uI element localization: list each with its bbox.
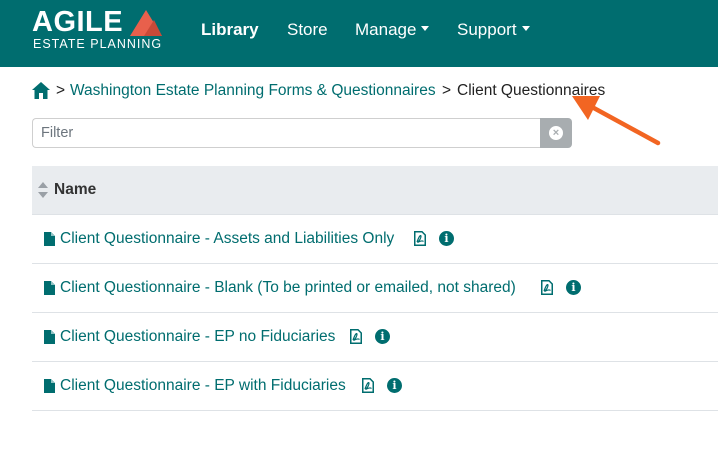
pdf-file-icon[interactable]: [414, 231, 426, 246]
home-icon[interactable]: [32, 82, 50, 99]
breadcrumb-parent-link[interactable]: Washington Estate Planning Forms & Quest…: [70, 80, 436, 102]
filter-clear-button[interactable]: ×: [540, 118, 572, 148]
filter-input[interactable]: [32, 118, 540, 148]
logo-triangle-icon: [130, 10, 162, 36]
table-row: Client Questionnaire - EP with Fiduciari…: [32, 362, 718, 411]
breadcrumb-separator: >: [56, 82, 66, 99]
breadcrumb-separator: >: [442, 82, 452, 99]
table-row: Client Questionnaire - EP no Fiduciaries…: [32, 313, 718, 362]
sort-icon[interactable]: [38, 182, 48, 198]
info-icon[interactable]: i: [387, 378, 402, 393]
brand-logo[interactable]: AGILE ESTATE PLANNING: [32, 8, 167, 54]
annotation-arrow-icon: [572, 96, 661, 146]
info-icon[interactable]: i: [566, 280, 581, 295]
questionnaire-link[interactable]: Client Questionnaire - Assets and Liabil…: [60, 229, 394, 249]
table-row: Client Questionnaire - Blank (To be prin…: [32, 264, 718, 313]
name-column-header[interactable]: Name: [54, 180, 96, 200]
pdf-file-icon[interactable]: [350, 329, 362, 344]
file-icon: [44, 281, 55, 295]
chevron-down-icon: [521, 26, 530, 31]
nav-support-label: Support: [457, 20, 517, 39]
questionnaire-link[interactable]: Client Questionnaire - EP no Fiduciaries: [60, 327, 335, 347]
info-icon[interactable]: i: [439, 231, 454, 246]
info-icon[interactable]: i: [375, 329, 390, 344]
pdf-file-icon[interactable]: [362, 378, 374, 393]
nav-library[interactable]: Library: [201, 20, 259, 40]
nav-manage-label: Manage: [355, 20, 417, 39]
questionnaire-table: Name Client Questionnaire - Assets and L…: [32, 166, 718, 411]
table-row: Client Questionnaire - Assets and Liabil…: [32, 215, 718, 264]
questionnaire-link[interactable]: Client Questionnaire - Blank (To be prin…: [60, 278, 516, 298]
chevron-down-icon: [421, 26, 430, 31]
file-icon: [44, 330, 55, 344]
file-icon: [44, 379, 55, 393]
brand-name: AGILE: [32, 6, 124, 38]
brand-tagline: ESTATE PLANNING: [33, 37, 163, 51]
pdf-file-icon[interactable]: [541, 280, 553, 295]
table-header: Name: [32, 166, 718, 215]
times-circle-icon: ×: [549, 126, 563, 140]
questionnaire-link[interactable]: Client Questionnaire - EP with Fiduciari…: [60, 376, 346, 396]
nav-support[interactable]: Support: [457, 20, 530, 40]
top-navbar: AGILE ESTATE PLANNING Library Store Mana…: [0, 0, 718, 67]
nav-store[interactable]: Store: [287, 20, 328, 40]
file-icon: [44, 232, 55, 246]
nav-manage[interactable]: Manage: [355, 20, 430, 40]
